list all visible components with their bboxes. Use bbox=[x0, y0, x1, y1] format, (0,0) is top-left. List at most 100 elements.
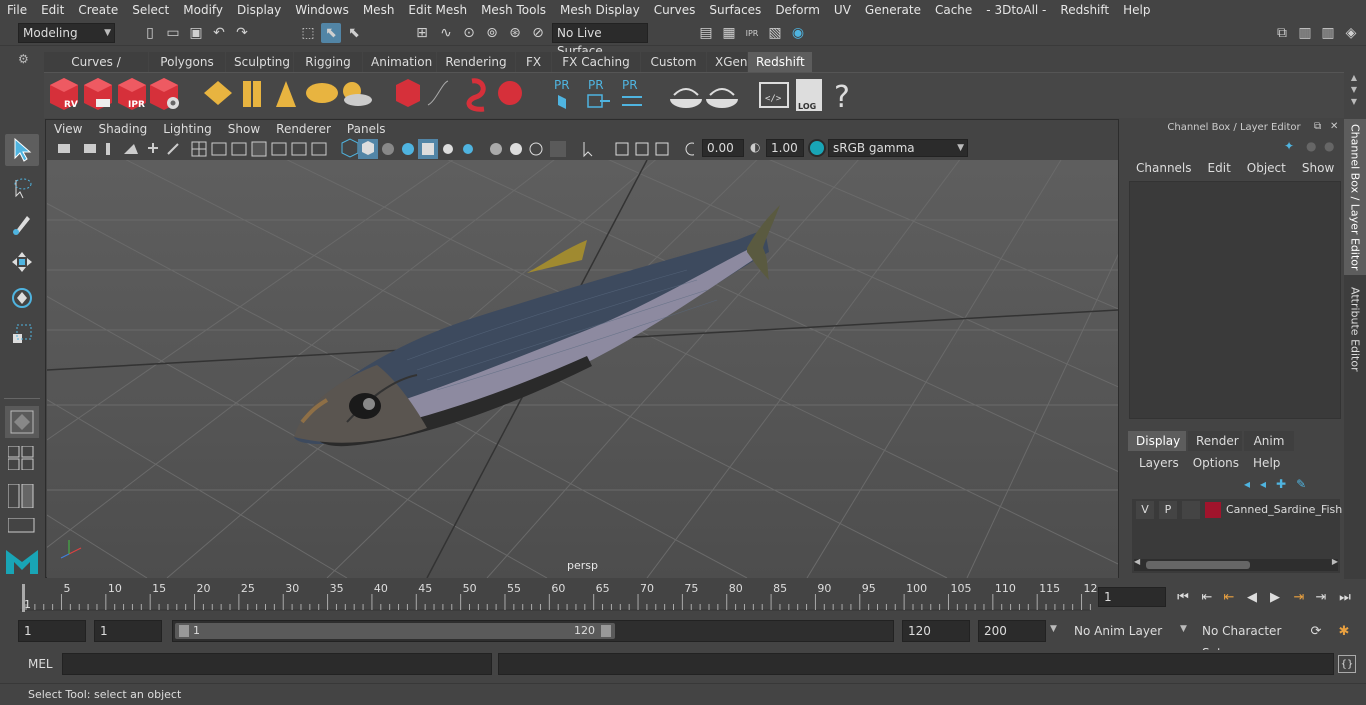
layer-visibility-toggle[interactable]: V bbox=[1136, 501, 1154, 519]
channel-show-menu[interactable]: Show bbox=[1302, 161, 1334, 175]
paint-select-tool-icon[interactable] bbox=[5, 208, 39, 240]
menu-mesh-display[interactable]: Mesh Display bbox=[553, 0, 647, 20]
tab-rigging[interactable]: Rigging bbox=[294, 52, 362, 72]
range-slider[interactable]: 1 120 bbox=[172, 620, 894, 642]
start-frame-field[interactable]: 1 bbox=[18, 620, 86, 642]
menu-help[interactable]: Help bbox=[1116, 0, 1157, 20]
layout-outliner-icon[interactable] bbox=[7, 483, 36, 509]
playback-end-field[interactable]: 120 bbox=[902, 620, 970, 642]
menu-mesh[interactable]: Mesh bbox=[356, 0, 402, 20]
menu-cache[interactable]: Cache bbox=[928, 0, 979, 20]
toggle-panel-icon[interactable]: ▥ bbox=[1295, 23, 1315, 43]
render-options-icon[interactable] bbox=[150, 78, 179, 110]
new-scene-icon[interactable]: ▯ bbox=[140, 23, 160, 43]
play-backward-icon[interactable]: ◀ bbox=[1243, 588, 1261, 606]
tab-rendering[interactable]: Rendering bbox=[437, 52, 515, 72]
playback-start-field[interactable]: 1 bbox=[94, 620, 162, 642]
tab-xgen[interactable]: XGen bbox=[707, 52, 748, 72]
range-start-grip[interactable] bbox=[179, 625, 189, 637]
step-back-key-icon[interactable]: ⇤ bbox=[1198, 588, 1216, 606]
menu-windows[interactable]: Windows bbox=[288, 0, 356, 20]
menu-curves[interactable]: Curves bbox=[647, 0, 703, 20]
step-forward-key-icon[interactable]: ⇥ bbox=[1312, 588, 1330, 606]
layer-help-menu[interactable]: Help bbox=[1253, 456, 1280, 470]
step-forward-frame-icon[interactable]: ⇥ bbox=[1290, 588, 1308, 606]
channel-object-menu[interactable]: Object bbox=[1247, 161, 1286, 175]
layer-display-type[interactable] bbox=[1182, 501, 1200, 519]
mel-command-input[interactable] bbox=[62, 653, 492, 675]
viewport-toolbar-icons[interactable] bbox=[54, 138, 694, 160]
menu-select[interactable]: Select bbox=[125, 0, 176, 20]
goto-end-icon[interactable]: ⏭ bbox=[1336, 588, 1354, 606]
channels-menu[interactable]: Channels bbox=[1136, 161, 1192, 175]
select-hierarchy-icon[interactable]: ⬚ bbox=[298, 23, 318, 43]
tab-curves-surfaces[interactable]: Curves / Surfaces bbox=[44, 52, 148, 89]
render-frame-icon[interactable]: ▦ bbox=[719, 23, 739, 43]
save-scene-icon[interactable]: ▣ bbox=[186, 23, 206, 43]
layers-icon[interactable]: ◈ bbox=[1341, 23, 1361, 43]
range-end-grip[interactable] bbox=[601, 625, 611, 637]
proxy-icon[interactable] bbox=[396, 79, 449, 107]
ipr-render-icon[interactable]: IPR bbox=[742, 23, 762, 43]
tab-anim[interactable]: Anim bbox=[1244, 431, 1294, 451]
step-back-frame-icon[interactable]: ⇤ bbox=[1220, 588, 1238, 606]
tab-redshift[interactable]: Redshift bbox=[748, 52, 812, 72]
tab-sculpting[interactable]: Sculpting bbox=[226, 52, 293, 72]
current-frame-field[interactable]: 1 bbox=[1098, 587, 1166, 607]
side-tab-channel-box[interactable]: Channel Box / Layer Editor bbox=[1344, 119, 1366, 275]
chevron-down-icon[interactable]: ▼ bbox=[1180, 624, 1187, 634]
mel-label[interactable]: MEL bbox=[28, 657, 53, 671]
render-settings-icon[interactable]: ▧ bbox=[765, 23, 785, 43]
script-editor-icon[interactable]: {} bbox=[1338, 655, 1356, 673]
snap-view-icon[interactable]: ⊚ bbox=[482, 23, 502, 43]
layer-playback-toggle[interactable]: P bbox=[1159, 501, 1177, 519]
channel-box-list[interactable] bbox=[1129, 181, 1341, 419]
menu-mesh-tools[interactable]: Mesh Tools bbox=[474, 0, 553, 20]
menu-display[interactable]: Display bbox=[230, 0, 288, 20]
menu-deform[interactable]: Deform bbox=[768, 0, 827, 20]
viewport-menu-lighting[interactable]: Lighting bbox=[155, 120, 220, 138]
menu-uv[interactable]: UV bbox=[827, 0, 858, 20]
float-panel-icon[interactable]: ⧉ bbox=[1314, 121, 1321, 132]
script-icons[interactable]: </> LOG ? bbox=[759, 79, 850, 115]
mode-dropdown[interactable]: Modeling ▼ bbox=[18, 23, 115, 43]
shelf-scroll-icon[interactable]: ▲ ▼ ▼ bbox=[1346, 72, 1362, 112]
menu-redshift[interactable]: Redshift bbox=[1053, 0, 1116, 20]
layer-color-swatch[interactable] bbox=[1205, 502, 1221, 518]
play-forward-icon[interactable]: ▶ bbox=[1266, 588, 1284, 606]
toggle-panel-icon-2[interactable]: ▥ bbox=[1318, 23, 1338, 43]
layer-scrollbar[interactable]: ◀ ▶ bbox=[1134, 557, 1338, 571]
tab-render[interactable]: Render bbox=[1188, 431, 1242, 451]
range-slider-handle[interactable]: 1 120 bbox=[175, 623, 615, 639]
select-component-icon[interactable]: ⬉ bbox=[344, 23, 364, 43]
soft-select-icon[interactable] bbox=[5, 406, 39, 438]
viewport-menu-panels[interactable]: Panels bbox=[339, 120, 394, 138]
auto-key-icon[interactable]: ⟳ bbox=[1306, 621, 1326, 641]
snap-grid-icon[interactable]: ⊞ bbox=[412, 23, 432, 43]
character-set-dropdown[interactable]: No Character Set bbox=[1196, 620, 1300, 660]
tab-animation[interactable]: Animation bbox=[363, 52, 436, 72]
snap-point-icon[interactable]: ⊙ bbox=[459, 23, 479, 43]
viewport-menu-view[interactable]: View bbox=[46, 120, 90, 138]
channel-edit-menu[interactable]: Edit bbox=[1208, 161, 1231, 175]
anim-layer-dropdown[interactable]: No Anim Layer bbox=[1066, 620, 1176, 642]
colorspace-dropdown[interactable]: sRGB gamma ▼ bbox=[828, 139, 968, 157]
layout-single-icon[interactable] bbox=[7, 445, 36, 471]
layer-action-icons[interactable]: ◂◂✚✎ bbox=[1244, 477, 1316, 491]
shelf-menu-icon[interactable]: ⚙ bbox=[18, 52, 29, 66]
workspace-icon[interactable]: ⧉ bbox=[1272, 23, 1292, 43]
open-scene-icon[interactable]: ▭ bbox=[163, 23, 183, 43]
tab-display[interactable]: Display bbox=[1128, 431, 1186, 451]
close-panel-icon[interactable]: ✕ bbox=[1330, 121, 1338, 132]
render-sequence-icon[interactable] bbox=[84, 78, 112, 110]
goto-start-icon[interactable]: ⏮ bbox=[1174, 588, 1192, 606]
tab-custom[interactable]: Custom bbox=[641, 52, 706, 72]
menu-file[interactable]: File bbox=[0, 0, 34, 20]
menu-3dtoall[interactable]: - 3DtoAll - bbox=[979, 0, 1053, 20]
undo-icon[interactable]: ↶ bbox=[209, 23, 229, 43]
menu-surfaces[interactable]: Surfaces bbox=[702, 0, 768, 20]
hypershade-icon[interactable]: ◉ bbox=[788, 23, 808, 43]
viewport-menu-show[interactable]: Show bbox=[220, 120, 268, 138]
gamma-field[interactable]: 1.00 bbox=[766, 139, 804, 157]
post-effects-icons[interactable]: PR PR PR bbox=[554, 78, 642, 109]
